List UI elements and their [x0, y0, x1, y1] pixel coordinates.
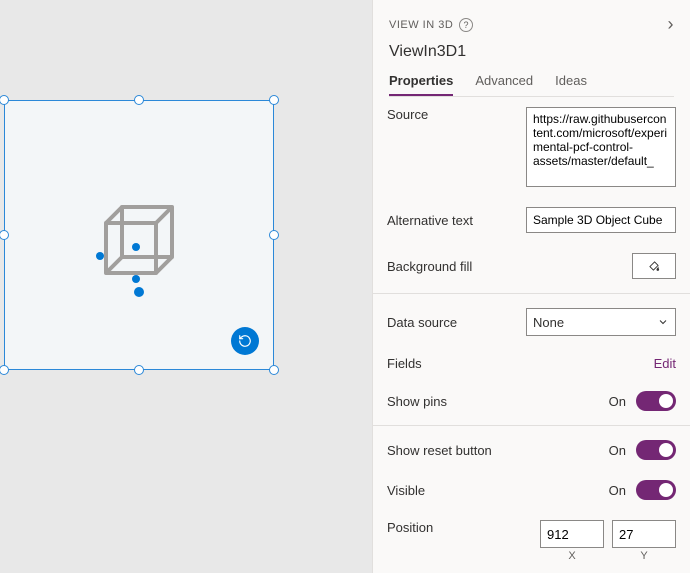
resize-handle-bottom-right[interactable] [269, 365, 279, 375]
canvas-area [0, 0, 372, 573]
position-y-sub: Y [640, 550, 647, 562]
alt-text-input[interactable] [526, 207, 676, 233]
position-y-input[interactable] [612, 520, 676, 548]
pin-icon [132, 243, 140, 251]
bg-fill-label: Background fill [387, 259, 517, 274]
position-x-input[interactable] [540, 520, 604, 548]
data-source-select[interactable]: None [526, 308, 676, 336]
tab-ideas[interactable]: Ideas [555, 73, 587, 96]
show-reset-label: Show reset button [387, 443, 517, 458]
source-input[interactable] [526, 107, 676, 187]
show-pins-toggle[interactable] [636, 391, 676, 411]
resize-handle-bottom-left[interactable] [0, 365, 9, 375]
data-source-label: Data source [387, 315, 517, 330]
bg-fill-picker[interactable] [632, 253, 676, 279]
paint-bucket-icon [646, 259, 662, 273]
resize-handle-top-right[interactable] [269, 95, 279, 105]
chevron-right-icon[interactable]: › [668, 14, 675, 35]
position-x-sub: X [568, 550, 575, 562]
show-pins-state: On [609, 394, 626, 409]
show-reset-state: On [609, 443, 626, 458]
properties-panel: VIEW IN 3D ? › ViewIn3D1 Properties Adva… [372, 0, 690, 573]
component-name: ViewIn3D1 [389, 43, 674, 61]
pin-icon [134, 287, 144, 297]
resize-handle-bottom-mid[interactable] [134, 365, 144, 375]
pin-icon [132, 275, 140, 283]
alt-text-label: Alternative text [387, 213, 517, 228]
chevron-down-icon [657, 316, 669, 328]
visible-state: On [609, 483, 626, 498]
fields-label: Fields [387, 356, 517, 371]
resize-handle-top-left[interactable] [0, 95, 9, 105]
fields-edit-link[interactable]: Edit [654, 356, 676, 371]
tab-advanced[interactable]: Advanced [475, 73, 533, 96]
position-label: Position [387, 520, 517, 535]
resize-handle-mid-right[interactable] [269, 230, 279, 240]
show-pins-label: Show pins [387, 394, 517, 409]
tab-properties[interactable]: Properties [389, 73, 453, 96]
show-reset-toggle[interactable] [636, 440, 676, 460]
resize-handle-mid-left[interactable] [0, 230, 9, 240]
pin-icon [96, 252, 104, 260]
breadcrumb: VIEW IN 3D [389, 19, 453, 31]
selected-control-bounds[interactable] [4, 100, 274, 370]
reset-icon [238, 334, 252, 348]
reset-view-button[interactable] [231, 327, 259, 355]
resize-handle-top-mid[interactable] [134, 95, 144, 105]
panel-tabs: Properties Advanced Ideas [389, 73, 674, 97]
help-icon[interactable]: ? [459, 18, 473, 32]
properties-body: Source Alternative text Background fill [373, 97, 690, 573]
three-d-preview[interactable] [104, 213, 174, 283]
data-source-value: None [533, 315, 564, 330]
cube-icon [100, 201, 180, 285]
visible-toggle[interactable] [636, 480, 676, 500]
source-label: Source [387, 107, 517, 122]
visible-label: Visible [387, 483, 517, 498]
